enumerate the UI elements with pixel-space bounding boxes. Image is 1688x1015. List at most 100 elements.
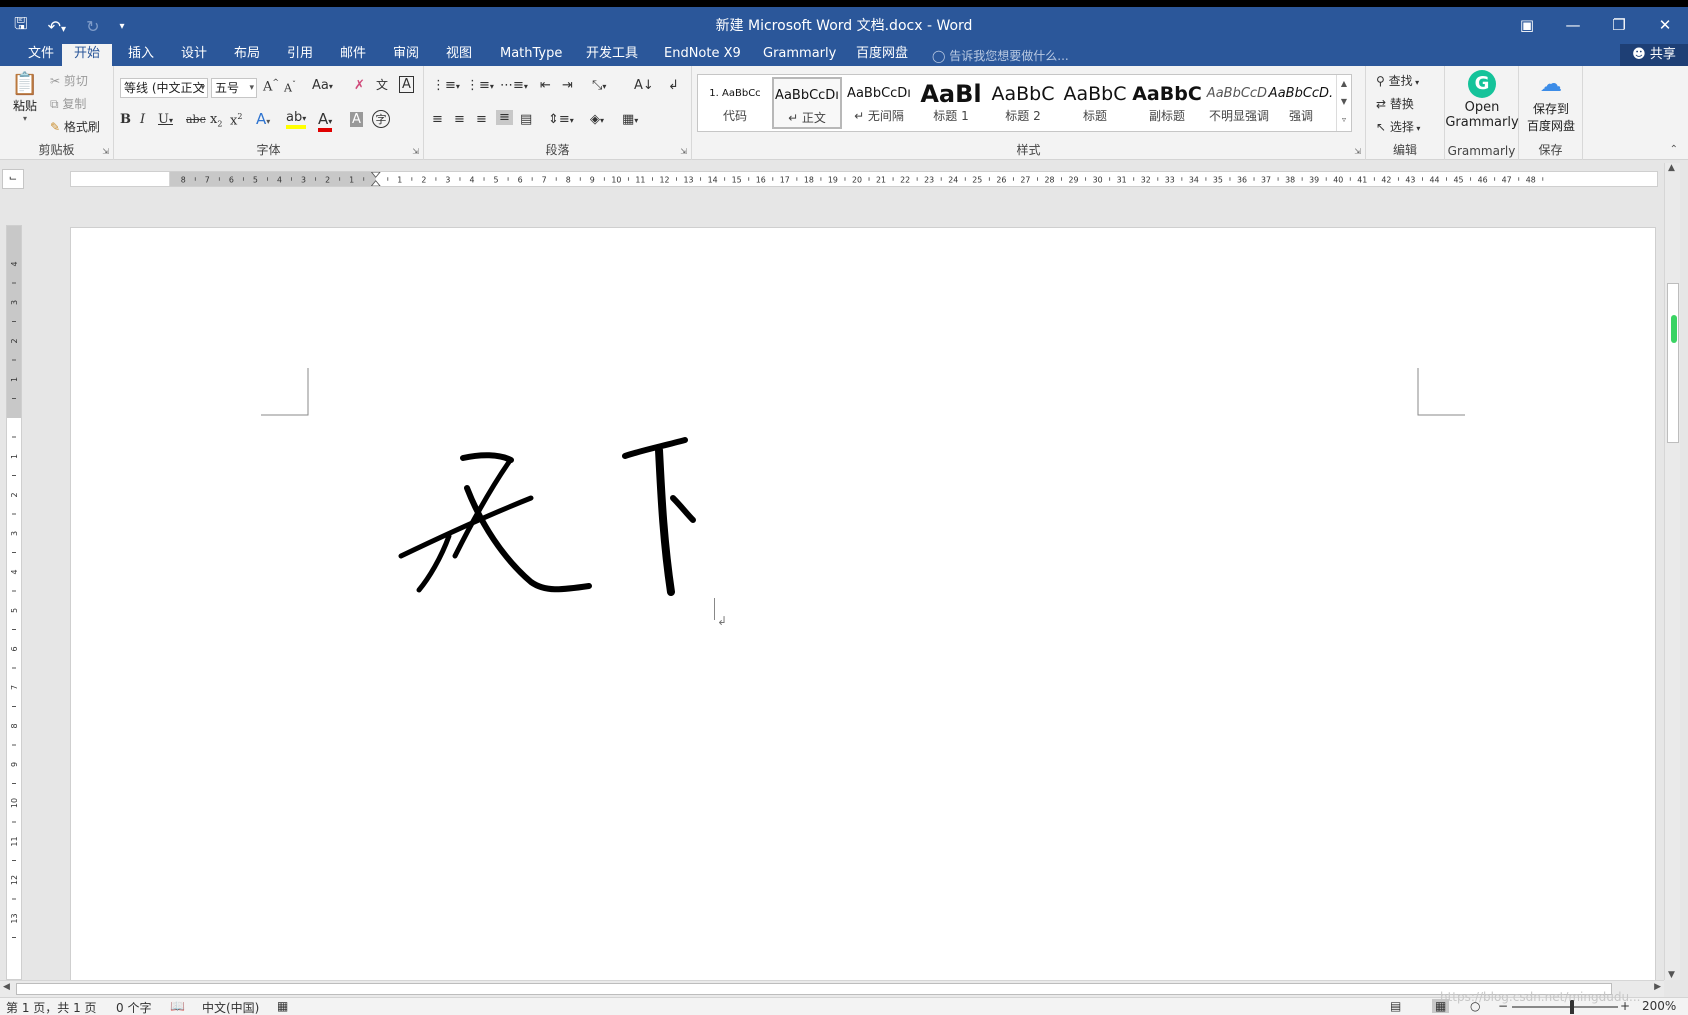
- dialog-launcher-icon[interactable]: ⇲: [102, 147, 109, 156]
- find-button[interactable]: ⚲ 查找 ▾: [1376, 72, 1419, 89]
- read-mode-icon[interactable]: ▤: [1390, 999, 1401, 1013]
- chevron-down-icon[interactable]: ▼: [1337, 93, 1351, 111]
- align-right-icon[interactable]: ≡: [476, 112, 487, 127]
- share-button[interactable]: ☻ 共享: [1620, 44, 1688, 66]
- style-subtitle[interactable]: AaBbC 副标题: [1132, 77, 1202, 129]
- dialog-launcher-icon[interactable]: ⇲: [1354, 147, 1361, 156]
- chinese-layout-icon[interactable]: ⤡▾: [592, 78, 606, 93]
- handwritten-ink-drawing[interactable]: [371, 428, 751, 618]
- minimize-icon[interactable]: —: [1550, 7, 1596, 44]
- character-shading-icon[interactable]: A: [350, 112, 363, 127]
- style-code[interactable]: 1. AaBbCc 代码: [700, 77, 770, 129]
- tab-mailings[interactable]: 邮件: [328, 44, 378, 66]
- dialog-launcher-icon[interactable]: ⇲: [412, 147, 419, 156]
- tab-selector[interactable]: ⌙: [2, 169, 24, 189]
- character-border-icon[interactable]: A: [399, 76, 414, 93]
- tab-home[interactable]: 开始: [62, 44, 113, 66]
- phonetic-guide-icon[interactable]: 文: [376, 76, 388, 93]
- scroll-right-icon[interactable]: ▶: [1654, 982, 1661, 992]
- style-title[interactable]: AaBbC 标题: [1060, 77, 1130, 129]
- restore-icon[interactable]: ❐: [1596, 7, 1642, 44]
- grow-font-icon[interactable]: A^: [263, 78, 279, 94]
- horizontal-scrollbar[interactable]: ◀ ▶: [0, 980, 1664, 997]
- shrink-font-icon[interactable]: Aˇ: [284, 80, 296, 95]
- horizontal-scroll-thumb[interactable]: [16, 983, 1612, 995]
- close-icon[interactable]: ✕: [1642, 7, 1688, 44]
- justify-icon[interactable]: ≡: [496, 110, 513, 125]
- tab-baidu-netdisk[interactable]: 百度网盘: [844, 44, 920, 66]
- font-color-icon[interactable]: A▾: [318, 110, 333, 132]
- tab-mathtype[interactable]: MathType: [488, 44, 574, 66]
- text-effects-icon[interactable]: A▾: [256, 110, 270, 128]
- clear-formatting-icon[interactable]: ✗: [354, 78, 365, 93]
- style-no-spacing[interactable]: AaBbCcDı ↵ 无间隔: [844, 77, 914, 129]
- format-painter-button[interactable]: ✎ 格式刷: [50, 118, 100, 135]
- italic-icon[interactable]: I: [140, 112, 145, 127]
- tab-review[interactable]: 审阅: [381, 44, 431, 66]
- distributed-icon[interactable]: ▤: [520, 112, 532, 127]
- select-button[interactable]: ↖ 选择 ▾: [1376, 118, 1420, 135]
- font-name-combo[interactable]: 等线 (中文正文 ▾: [120, 78, 208, 98]
- chevron-up-icon[interactable]: ▲: [1337, 75, 1351, 93]
- tab-references[interactable]: 引用: [275, 44, 325, 66]
- numbering-icon[interactable]: ⋮≡▾: [466, 78, 494, 93]
- bold-icon[interactable]: B: [120, 112, 131, 127]
- more-styles-icon[interactable]: ▿: [1337, 111, 1351, 129]
- text-highlight-icon[interactable]: ab▾: [286, 110, 307, 129]
- multilevel-list-icon[interactable]: ⋯≡▾: [500, 78, 528, 93]
- style-subtle-emphasis[interactable]: AaBbCcD. 不明显强调: [1204, 77, 1274, 129]
- tell-me-search[interactable]: ◯ 告诉我您想要做什么...: [932, 47, 1069, 64]
- word-count[interactable]: 0 个字: [116, 999, 151, 1015]
- sort-icon[interactable]: A↓: [634, 78, 654, 93]
- tab-design[interactable]: 设计: [169, 44, 219, 66]
- decrease-indent-icon[interactable]: ⇤: [540, 78, 551, 93]
- scroll-left-icon[interactable]: ◀: [3, 982, 10, 992]
- dialog-launcher-icon[interactable]: ⇲: [680, 147, 687, 156]
- zoom-level[interactable]: 200%: [1642, 999, 1676, 1013]
- style-normal[interactable]: AaBbCcDı ↵ 正文: [772, 77, 842, 129]
- borders-icon[interactable]: ▦▾: [622, 112, 638, 127]
- document-page[interactable]: ↲: [70, 227, 1656, 980]
- replace-button[interactable]: ⇄ 替换: [1376, 95, 1414, 112]
- tab-file[interactable]: 文件: [16, 44, 66, 66]
- open-grammarly-button[interactable]: G Open Grammarly: [1445, 70, 1519, 130]
- tab-view[interactable]: 视图: [434, 44, 484, 66]
- paste-button[interactable]: 📋 粘贴 ▾: [8, 72, 42, 123]
- show-paragraph-marks-icon[interactable]: ↲: [668, 78, 679, 93]
- tab-grammarly[interactable]: Grammarly: [751, 44, 848, 66]
- horizontal-ruler[interactable]: 8 7 6 5 4 3 2 1 1 2 3 4 5 6 7 8 9 10 11 12 13 14 15 16 17 18 19 20 2…: [70, 171, 1658, 187]
- proofing-icon[interactable]: 📖: [170, 999, 185, 1013]
- zoom-slider[interactable]: [1512, 1006, 1618, 1008]
- scroll-down-icon[interactable]: ▼: [1668, 970, 1675, 980]
- vertical-scrollbar[interactable]: ▲ ▼: [1664, 163, 1680, 980]
- change-case-button[interactable]: Aa▾: [312, 78, 333, 93]
- copy-button[interactable]: ⧉ 复制: [50, 95, 86, 112]
- superscript-icon[interactable]: x2: [230, 112, 242, 128]
- vertical-ruler[interactable]: 4 3 2 1 1 2 3 4 5 6 7 8 9 10 11 12 13: [6, 225, 22, 980]
- save-to-baidu-button[interactable]: ☁ 保存到 百度网盘: [1519, 70, 1583, 134]
- increase-indent-icon[interactable]: ⇥: [562, 78, 573, 93]
- style-heading-2[interactable]: AaBbC 标题 2: [988, 77, 1058, 129]
- line-spacing-icon[interactable]: ⇕≡▾: [548, 112, 574, 127]
- scroll-up-icon[interactable]: ▲: [1668, 163, 1675, 173]
- macro-record-icon[interactable]: ▦: [277, 999, 288, 1013]
- tab-insert[interactable]: 插入: [116, 44, 166, 66]
- style-heading-1[interactable]: AaBl 标题 1: [916, 77, 986, 129]
- vertical-scroll-thumb[interactable]: [1667, 283, 1679, 443]
- tab-endnote[interactable]: EndNote X9: [652, 44, 753, 66]
- enclose-characters-icon[interactable]: 字: [372, 110, 390, 128]
- align-left-icon[interactable]: ≡: [432, 112, 443, 127]
- style-emphasis[interactable]: AaBbCcD. 强调: [1266, 77, 1336, 129]
- subscript-icon[interactable]: x2: [210, 112, 222, 129]
- strikethrough-icon[interactable]: abc: [186, 113, 206, 126]
- cut-button[interactable]: ✂ 剪切: [50, 72, 88, 89]
- bullets-icon[interactable]: ⋮≡▾: [432, 78, 460, 93]
- language[interactable]: 中文(中国): [202, 999, 259, 1015]
- tab-layout[interactable]: 布局: [222, 44, 272, 66]
- underline-icon[interactable]: U▾: [158, 112, 173, 127]
- ribbon-display-options-icon[interactable]: ▣: [1504, 7, 1550, 44]
- align-center-icon[interactable]: ≡: [454, 112, 465, 127]
- collapse-ribbon-icon[interactable]: ⌃: [1670, 144, 1678, 155]
- tab-developer[interactable]: 开发工具: [574, 44, 650, 66]
- font-size-combo[interactable]: 五号 ▾: [211, 78, 257, 98]
